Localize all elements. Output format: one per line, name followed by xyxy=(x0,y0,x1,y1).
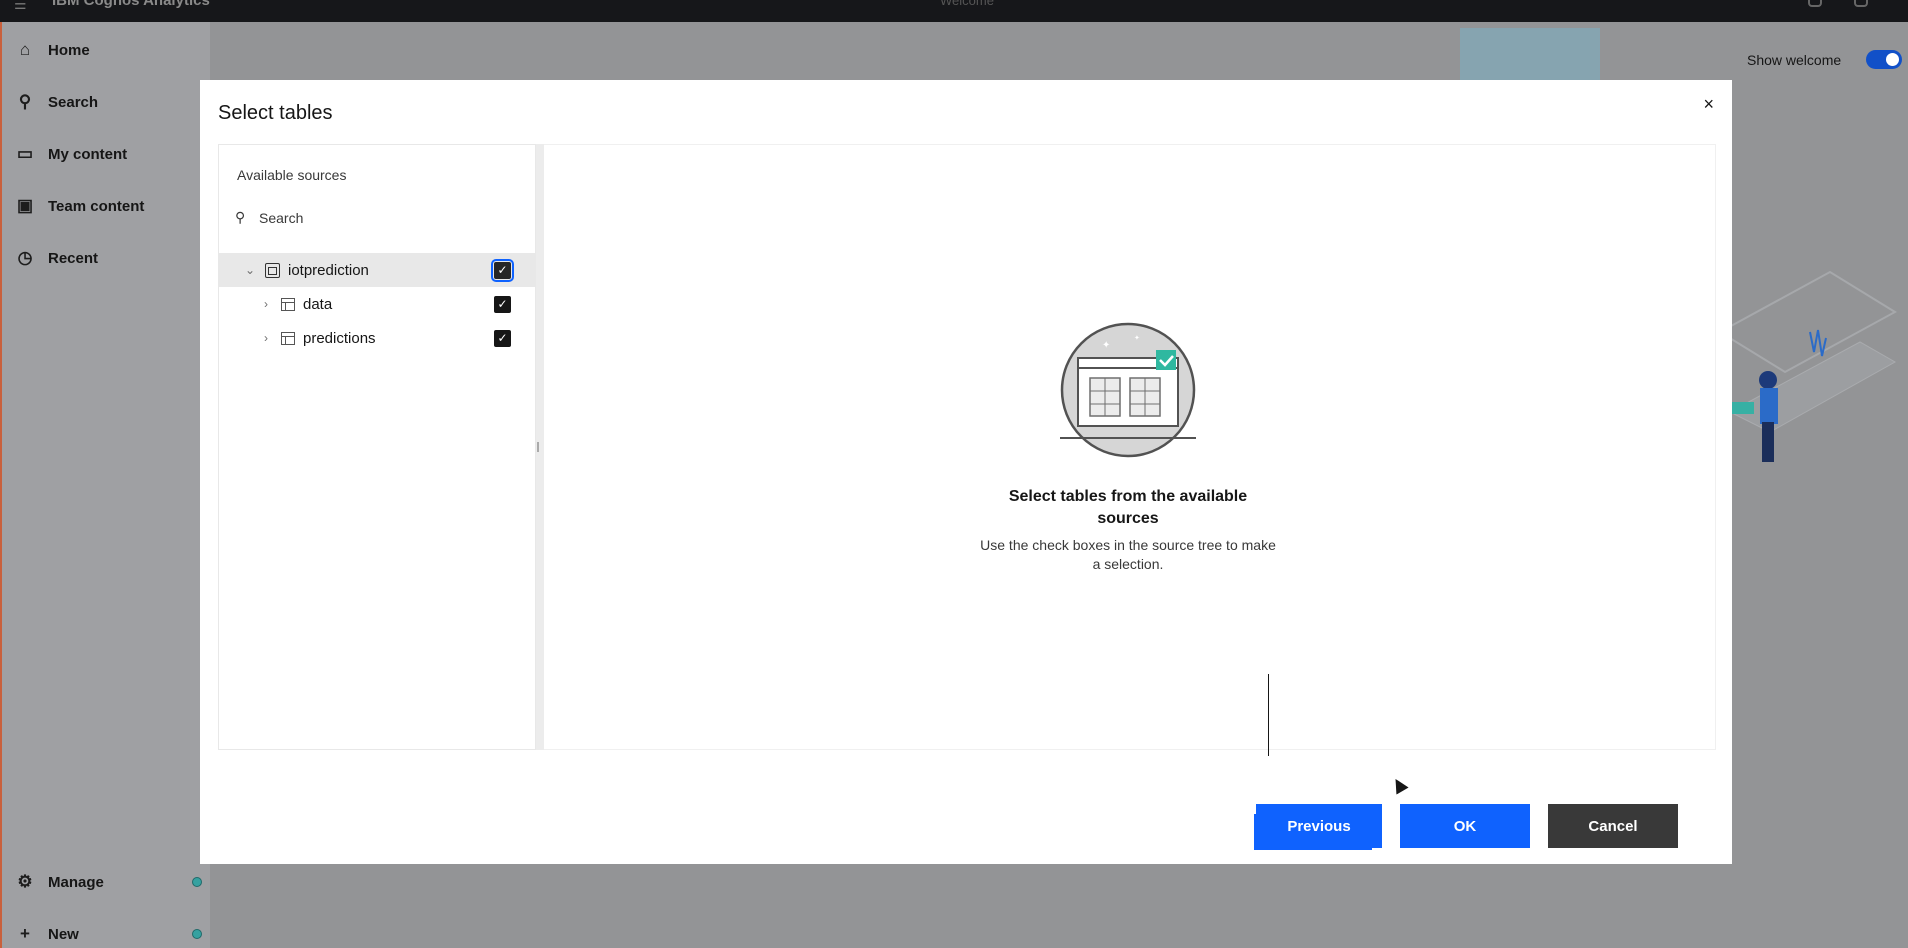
page-title: Welcome xyxy=(940,0,994,8)
team-folder-icon: ▣ xyxy=(16,196,34,215)
sidebar-item-recent[interactable]: ◷ Recent xyxy=(2,236,210,280)
top-bar: ☰ IBM Cognos Analytics Welcome xyxy=(0,0,1908,22)
notifications-icon[interactable] xyxy=(1808,0,1822,7)
plus-icon: + xyxy=(20,924,30,943)
app-name: IBM Cognos Analytics xyxy=(52,0,210,9)
ok-button[interactable]: OK xyxy=(1400,804,1530,848)
checkbox-iotprediction[interactable]: ✓ xyxy=(491,258,514,282)
user-icon[interactable] xyxy=(1854,0,1868,7)
manage-icon: ⚙ xyxy=(17,872,33,891)
checkbox-data[interactable]: ✓ xyxy=(494,295,511,313)
previous-button[interactable]: Previous xyxy=(1256,804,1382,848)
sidebar-item-label: Recent xyxy=(48,249,99,267)
welcome-illustration xyxy=(1718,270,1897,462)
tree-item-label: data xyxy=(303,295,333,313)
status-dot xyxy=(192,929,202,939)
tree-item-iotprediction[interactable]: ⌄ iotprediction ✓ xyxy=(219,253,537,287)
empty-state-title: Select tables from the available sources xyxy=(1008,488,1248,527)
source-search[interactable]: ⚲ Search xyxy=(235,209,303,226)
chevron-down-icon[interactable]: ⌄ xyxy=(243,263,257,277)
chevron-right-icon[interactable]: › xyxy=(259,331,273,345)
sidebar-item-team-content[interactable]: ▣ Team content xyxy=(2,184,210,228)
table-icon xyxy=(281,297,295,311)
cancel-button[interactable]: Cancel xyxy=(1548,804,1678,848)
sidebar-item-new[interactable]: + New xyxy=(2,912,210,948)
status-dot xyxy=(192,877,202,887)
search-icon: ⚲ xyxy=(18,92,32,111)
sidebar-item-label: Manage xyxy=(48,873,104,891)
sidebar-item-my-content[interactable]: ▭ My content xyxy=(2,132,210,176)
background-panel xyxy=(1460,28,1600,84)
available-sources-header: Available sources xyxy=(237,167,347,183)
chevron-right-icon[interactable]: › xyxy=(259,297,273,311)
sidebar-item-label: My content xyxy=(48,145,128,163)
close-icon[interactable]: × xyxy=(1703,94,1714,115)
svg-text:✦: ✦ xyxy=(1102,340,1110,351)
data-module-icon xyxy=(265,262,280,278)
show-welcome-toggle[interactable] xyxy=(1866,50,1902,69)
clock-icon: ◷ xyxy=(17,248,33,267)
empty-state-description: Use the check boxes in the source tree t… xyxy=(980,537,1276,572)
sidebar-item-home[interactable]: ⌂ Home xyxy=(2,28,210,72)
tree-item-label: iotprediction xyxy=(288,261,369,279)
hamburger-menu-icon[interactable]: ☰ xyxy=(14,0,27,11)
empty-state-illustration: ✦ ✦ xyxy=(1060,322,1196,458)
search-input[interactable]: Search xyxy=(259,210,303,226)
checkbox-predictions[interactable]: ✓ xyxy=(494,329,511,347)
sidebar-item-search[interactable]: ⚲ Search xyxy=(2,80,210,124)
home-icon: ⌂ xyxy=(19,40,31,59)
sidebar-item-label: New xyxy=(48,925,79,943)
tree-item-label: predictions xyxy=(303,329,376,347)
show-welcome-label: Show welcome xyxy=(1747,52,1842,68)
search-icon: ⚲ xyxy=(235,209,246,225)
folder-icon: ▭ xyxy=(16,144,34,163)
tree-item-data[interactable]: › data ✓ xyxy=(219,287,537,321)
sidebar-item-label: Home xyxy=(48,41,90,59)
select-tables-dialog: Select tables × Available sources ⚲ Sear… xyxy=(200,80,1732,864)
divider xyxy=(1268,674,1269,756)
tree-item-predictions[interactable]: › predictions ✓ xyxy=(219,321,537,355)
available-sources-pane: Available sources ⚲ Search ⌄ iotpredicti… xyxy=(218,144,537,750)
svg-text:✦: ✦ xyxy=(1134,334,1140,342)
dialog-title: Select tables xyxy=(218,102,333,124)
sidebar-item-manage[interactable]: ⚙ Manage xyxy=(2,860,210,904)
splitter-handle[interactable] xyxy=(537,442,539,452)
sidebar-item-label: Search xyxy=(48,93,99,111)
sidebar: ⌂ Home ⚲ Search ▭ My content ▣ Team cont… xyxy=(0,22,210,948)
table-icon xyxy=(281,331,295,345)
sidebar-item-label: Team content xyxy=(48,197,145,215)
